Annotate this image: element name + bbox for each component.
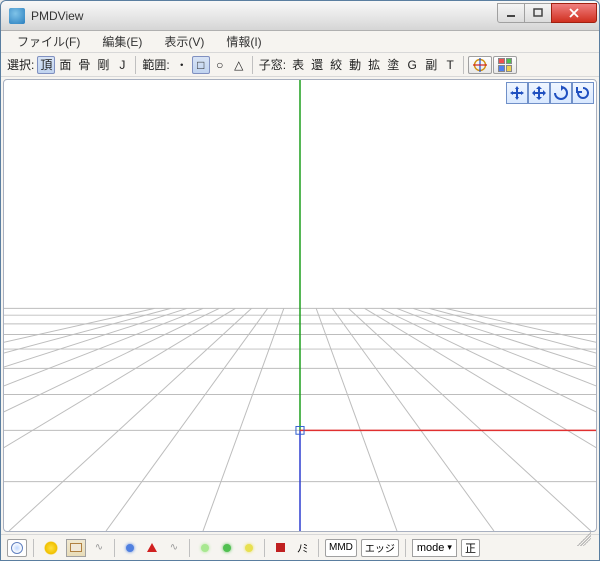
child-return-button[interactable]: 還 xyxy=(308,56,326,74)
bb-tri-red-button[interactable] xyxy=(143,539,161,557)
select-label: 選択: xyxy=(5,56,36,73)
move-icon xyxy=(509,85,525,101)
select-rigid-button[interactable]: 剛 xyxy=(94,56,112,74)
window-title: PMDView xyxy=(31,9,83,23)
bb-edge-button[interactable]: エッジ xyxy=(361,539,399,557)
toolbar: 選択: 頂 面 骨 剛 J 範囲: ・ □ ○ △ 子窓: 表 還 絞 動 拡 … xyxy=(1,53,599,77)
menu-view[interactable]: 表示(V) xyxy=(154,31,214,52)
child-g-button[interactable]: G xyxy=(403,56,421,74)
bb-sei-button[interactable]: 正 xyxy=(461,539,480,557)
sun-icon xyxy=(44,541,58,555)
child-display-button[interactable]: 表 xyxy=(289,56,307,74)
wave-icon: ∿ xyxy=(170,542,178,553)
child-paint-button[interactable]: 塗 xyxy=(384,56,402,74)
wave-icon: ∿ xyxy=(95,542,103,553)
view-split-button[interactable] xyxy=(493,56,517,74)
child-narrow-button[interactable]: 絞 xyxy=(327,56,345,74)
close-icon xyxy=(568,8,580,18)
bb-mode-dropdown[interactable]: mode ▾ xyxy=(412,539,457,557)
dot-green-icon xyxy=(223,544,231,552)
app-window: PMDView ファイル(F) 編集(E) 表示(V) 情報(I) 選択: 頂 … xyxy=(0,0,600,561)
select-joint-button[interactable]: J xyxy=(113,56,131,74)
resize-grip[interactable] xyxy=(577,532,591,546)
select-bone-button[interactable]: 骨 xyxy=(75,56,93,74)
child-window-label: 子窓: xyxy=(257,56,288,73)
select-vertex-button[interactable]: 頂 xyxy=(37,56,55,74)
bb-wave-button[interactable]: ∿ xyxy=(90,539,108,557)
bb-separator xyxy=(189,539,190,557)
bb-separator xyxy=(114,539,115,557)
dot-blue-icon xyxy=(126,544,134,552)
bb-nomi-button[interactable]: ﾉﾐ xyxy=(293,539,312,557)
window-controls xyxy=(498,3,597,23)
camera-reset-button[interactable] xyxy=(572,82,594,104)
bb-wave2-button[interactable]: ∿ xyxy=(165,539,183,557)
menu-info[interactable]: 情報(I) xyxy=(216,31,271,52)
reset-icon xyxy=(575,85,591,101)
minimize-button[interactable] xyxy=(497,3,525,23)
bb-sun-button[interactable] xyxy=(40,539,62,557)
menu-edit[interactable]: 編集(E) xyxy=(92,31,152,52)
bb-separator xyxy=(318,539,319,557)
toolbar-separator xyxy=(463,56,464,74)
viewport-3d[interactable] xyxy=(3,79,597,532)
viewport-container xyxy=(1,77,599,534)
bottombar: ∿ ∿ ﾉﾐ MMD エッジ mode ▾ 正 xyxy=(1,534,599,560)
bb-dot-blue-button[interactable] xyxy=(121,539,139,557)
grid-axes xyxy=(4,80,596,531)
camera-move-button[interactable] xyxy=(506,82,528,104)
child-t-button[interactable]: T xyxy=(441,56,459,74)
range-circle-button[interactable]: ○ xyxy=(211,56,229,74)
bb-dot-yellow-button[interactable] xyxy=(240,539,258,557)
bb-mode-label: mode xyxy=(417,542,445,554)
square-red-icon xyxy=(276,543,285,552)
maximize-button[interactable] xyxy=(524,3,552,23)
select-face-button[interactable]: 面 xyxy=(56,56,74,74)
camera-rotate-button[interactable] xyxy=(550,82,572,104)
view-target-button[interactable] xyxy=(468,56,492,74)
toolbar-separator xyxy=(135,56,136,74)
bb-radio-button[interactable] xyxy=(7,539,27,557)
dot-yellow-icon xyxy=(245,544,253,552)
camera-tools xyxy=(506,82,594,104)
titlebar: PMDView xyxy=(1,1,599,31)
child-expand-button[interactable]: 拡 xyxy=(365,56,383,74)
bb-dot-green-button[interactable] xyxy=(218,539,236,557)
bb-mmd-button[interactable]: MMD xyxy=(325,539,357,557)
menu-file[interactable]: ファイル(F) xyxy=(7,31,90,52)
range-rect-button[interactable]: □ xyxy=(192,56,210,74)
triangle-red-icon xyxy=(147,543,157,552)
range-label: 範囲: xyxy=(140,56,171,73)
range-tri-button[interactable]: △ xyxy=(230,56,248,74)
bb-separator xyxy=(405,539,406,557)
toolbar-separator xyxy=(252,56,253,74)
target-icon xyxy=(471,56,489,74)
radio-icon xyxy=(11,542,23,554)
close-button[interactable] xyxy=(551,3,597,23)
rotate-icon xyxy=(553,85,569,101)
menubar: ファイル(F) 編集(E) 表示(V) 情報(I) xyxy=(1,31,599,53)
dot-ltgreen-icon xyxy=(201,544,209,552)
rect-icon xyxy=(70,543,82,552)
split-icon xyxy=(496,56,514,74)
pan-icon xyxy=(531,85,547,101)
range-point-button[interactable]: ・ xyxy=(173,56,191,74)
bb-rect-button[interactable] xyxy=(66,539,86,557)
child-sub-button[interactable]: 副 xyxy=(422,56,440,74)
bb-sq-red-button[interactable] xyxy=(271,539,289,557)
app-icon xyxy=(9,8,25,24)
child-move-button[interactable]: 動 xyxy=(346,56,364,74)
bb-separator xyxy=(264,539,265,557)
bb-dot-ltgreen-button[interactable] xyxy=(196,539,214,557)
camera-pan-button[interactable] xyxy=(528,82,550,104)
maximize-icon xyxy=(532,8,544,18)
bb-separator xyxy=(33,539,34,557)
minimize-icon xyxy=(505,8,517,18)
chevron-down-icon: ▾ xyxy=(447,542,452,553)
